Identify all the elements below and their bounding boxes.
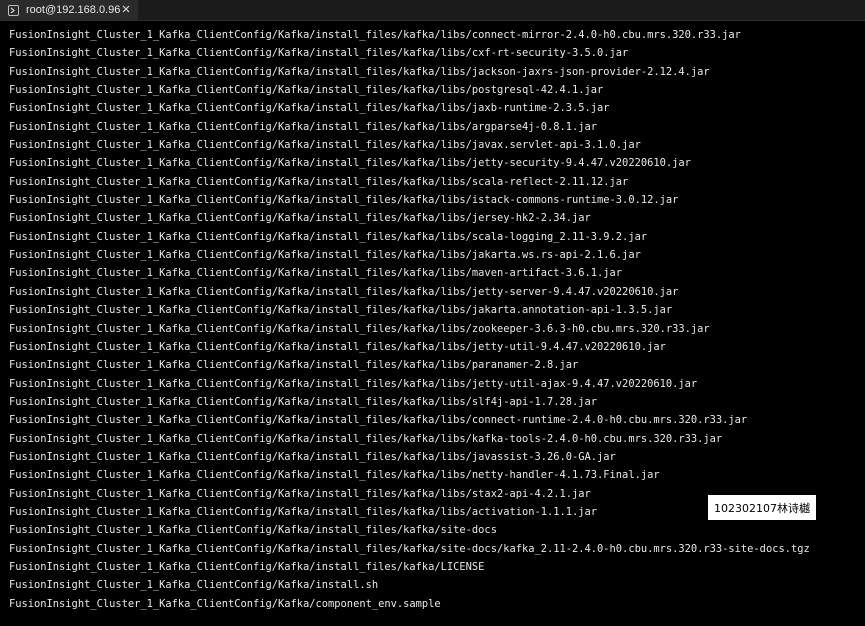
terminal-output[interactable]: FusionInsight_Cluster_1_Kafka_ClientConf… — [0, 26, 865, 626]
tab-title: root@192.168.0.96 — [26, 4, 121, 16]
terminal-line: FusionInsight_Cluster_1_Kafka_ClientConf… — [9, 597, 441, 610]
terminal-line: FusionInsight_Cluster_1_Kafka_ClientConf… — [9, 469, 660, 482]
terminal-line: FusionInsight_Cluster_1_Kafka_ClientConf… — [9, 29, 741, 41]
terminal-line: FusionInsight_Cluster_1_Kafka_ClientConf… — [9, 450, 616, 463]
terminal-line: FusionInsight_Cluster_1_Kafka_ClientConf… — [9, 395, 598, 408]
terminal-line: FusionInsight_Cluster_1_Kafka_ClientConf… — [9, 65, 710, 78]
terminal-line: FusionInsight_Cluster_1_Kafka_ClientConf… — [9, 212, 591, 225]
close-icon[interactable] — [120, 3, 132, 15]
terminal-line: FusionInsight_Cluster_1_Kafka_ClientConf… — [9, 175, 629, 188]
terminal-line: FusionInsight_Cluster_1_Kafka_ClientConf… — [9, 120, 598, 133]
terminal-line: FusionInsight_Cluster_1_Kafka_ClientConf… — [9, 139, 641, 152]
watermark-label: 102302107林诗樾 — [708, 495, 816, 520]
terminal-line: FusionInsight_Cluster_1_Kafka_ClientConf… — [9, 102, 610, 115]
terminal-line: FusionInsight_Cluster_1_Kafka_ClientConf… — [9, 524, 497, 537]
terminal-line: FusionInsight_Cluster_1_Kafka_ClientConf… — [9, 359, 579, 372]
terminal-line: FusionInsight_Cluster_1_Kafka_ClientConf… — [9, 267, 623, 280]
terminal-line: FusionInsight_Cluster_1_Kafka_ClientConf… — [9, 377, 698, 390]
terminal-line: FusionInsight_Cluster_1_Kafka_ClientConf… — [9, 560, 485, 573]
terminal-line: FusionInsight_Cluster_1_Kafka_ClientConf… — [9, 432, 723, 445]
terminal-line: FusionInsight_Cluster_1_Kafka_ClientConf… — [9, 542, 810, 555]
terminal-line: FusionInsight_Cluster_1_Kafka_ClientConf… — [9, 230, 648, 243]
tab-bar: root@192.168.0.96 — [0, 0, 865, 21]
terminal-icon — [8, 4, 19, 16]
tab-session[interactable]: root@192.168.0.96 — [0, 0, 138, 20]
terminal-line: FusionInsight_Cluster_1_Kafka_ClientConf… — [9, 249, 641, 262]
terminal-line: FusionInsight_Cluster_1_Kafka_ClientConf… — [9, 285, 679, 298]
terminal-line: FusionInsight_Cluster_1_Kafka_ClientConf… — [9, 84, 604, 97]
terminal-line: FusionInsight_Cluster_1_Kafka_ClientConf… — [9, 304, 673, 317]
terminal-line: FusionInsight_Cluster_1_Kafka_ClientConf… — [9, 47, 629, 60]
terminal-line: FusionInsight_Cluster_1_Kafka_ClientConf… — [9, 414, 748, 427]
terminal-line: FusionInsight_Cluster_1_Kafka_ClientConf… — [9, 340, 666, 353]
terminal-line: FusionInsight_Cluster_1_Kafka_ClientConf… — [9, 322, 710, 335]
terminal-line: FusionInsight_Cluster_1_Kafka_ClientConf… — [9, 579, 379, 592]
terminal-line: FusionInsight_Cluster_1_Kafka_ClientConf… — [9, 157, 691, 170]
terminal-line: FusionInsight_Cluster_1_Kafka_ClientConf… — [9, 194, 679, 207]
